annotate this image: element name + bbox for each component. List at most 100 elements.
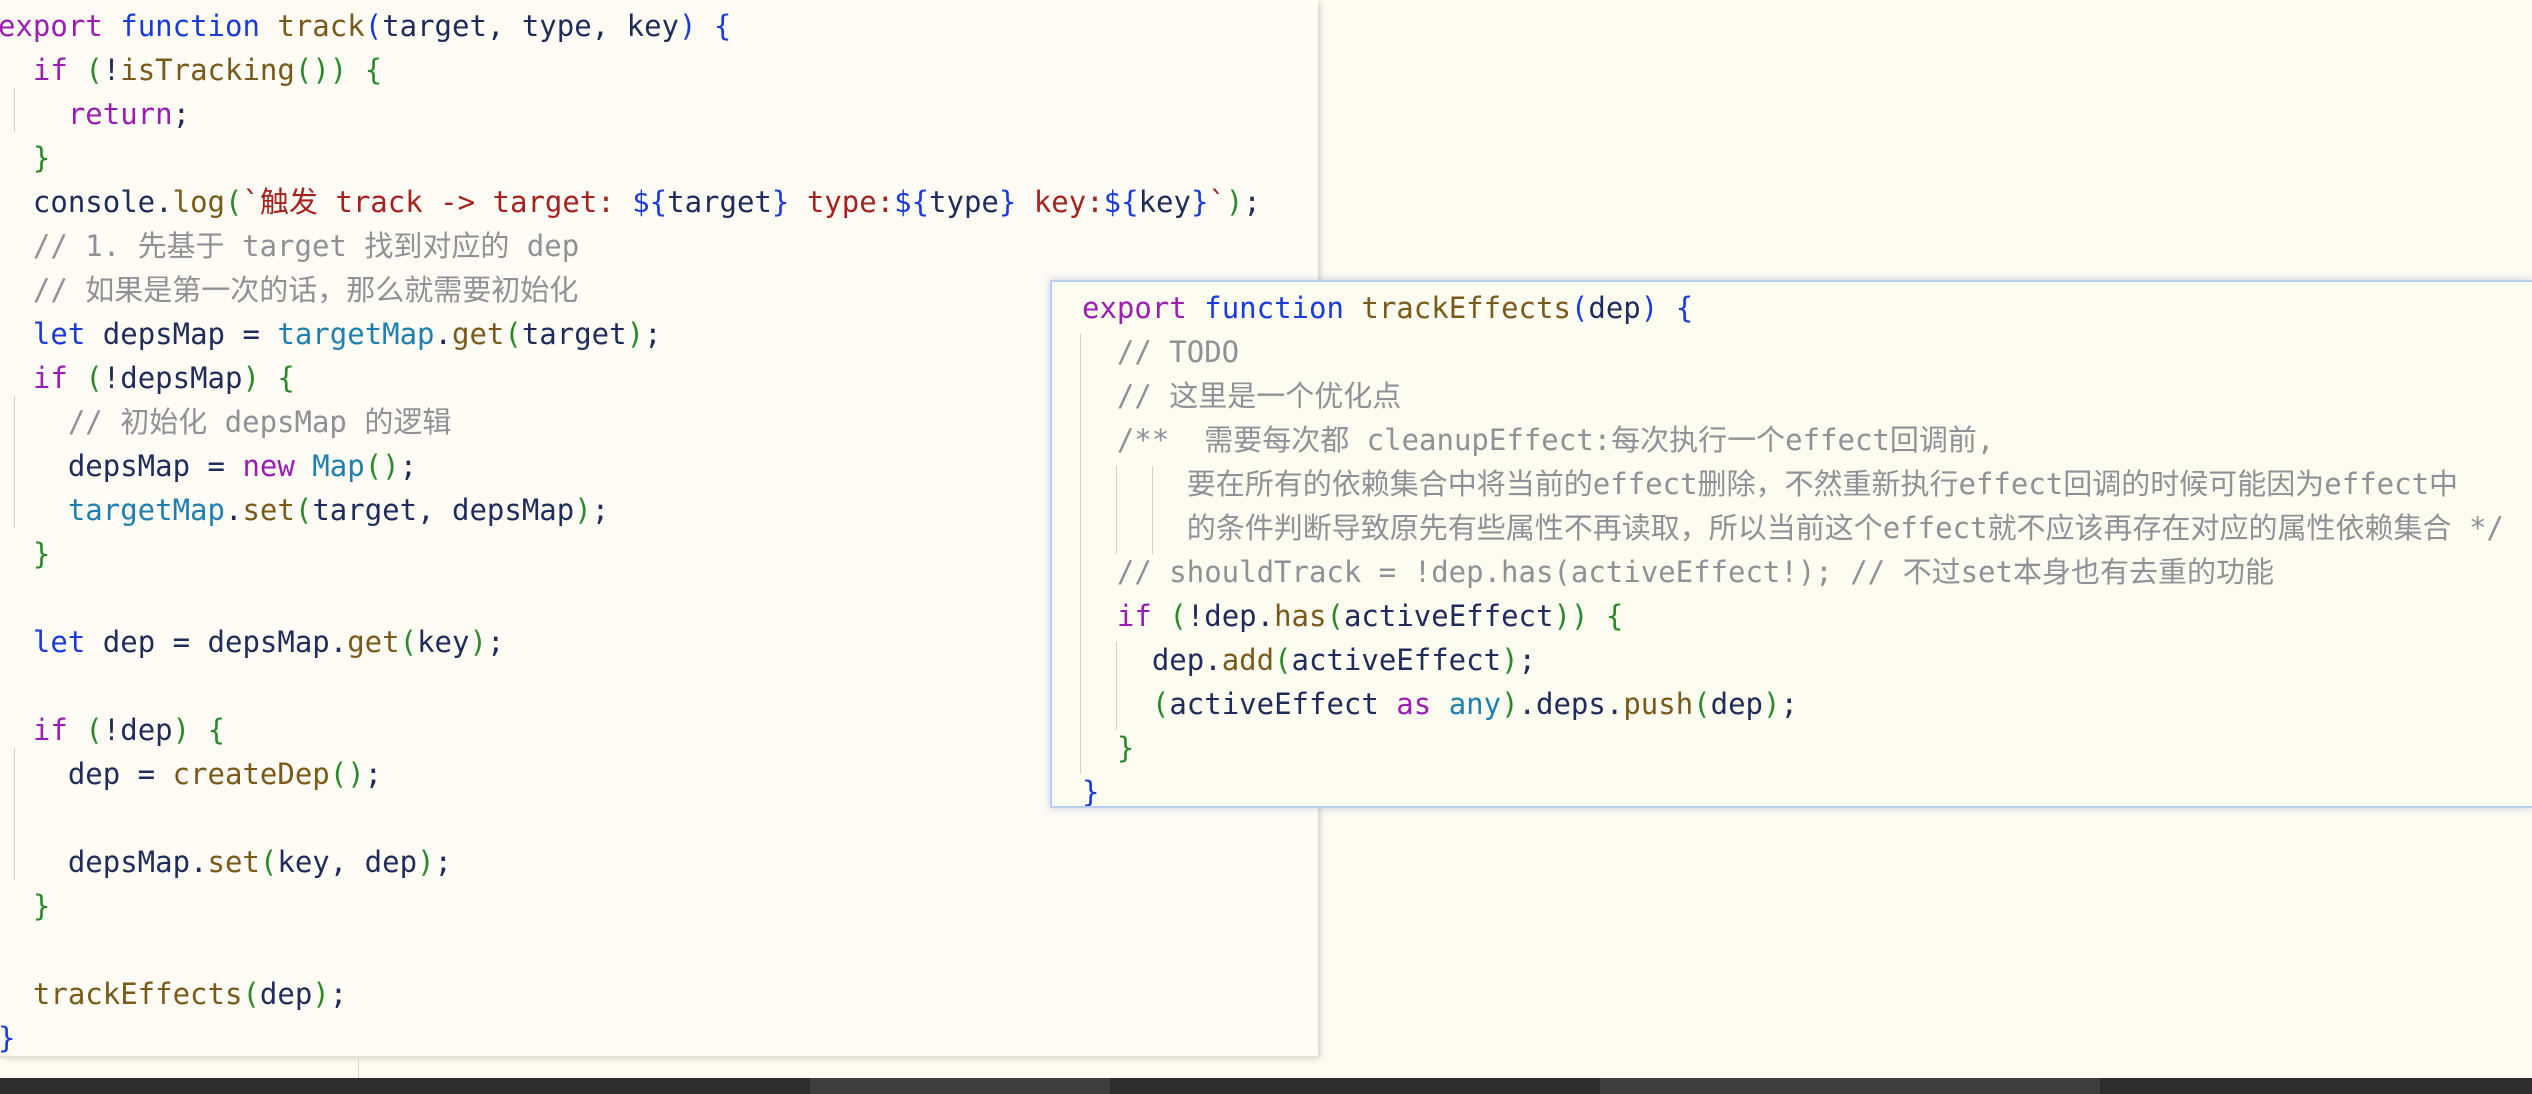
editor-code-line: dep = createDep(); (0, 752, 382, 796)
popup-code-line: 的条件判断导致原先有些属性不再读取，所以当前这个effect就不应该再存在对应的… (1082, 506, 2504, 550)
code-token: // TODO (1082, 335, 1240, 369)
code-token: /** 需要每次都 cleanupEffect:每次执行一个effect回调前, (1082, 423, 1995, 457)
code-token: ${ (894, 185, 930, 219)
code-token: } (998, 185, 1017, 219)
code-token: dep (1588, 291, 1641, 325)
code-token: ) (329, 53, 348, 87)
code-token: ; (1780, 687, 1798, 721)
editor-code-line: export function track(target, type, key)… (0, 4, 731, 48)
code-token: dep = depsMap. (85, 625, 348, 659)
code-token: depsMap = (0, 449, 243, 483)
popup-code-line: (activeEffect as any).deps.push(dep); (1082, 682, 1798, 726)
popup-code-line: // shouldTrack = !dep.has(activeEffect!)… (1082, 550, 2274, 594)
code-token: ( (399, 625, 418, 659)
code-token: { (277, 361, 295, 395)
status-segment (1600, 1078, 2100, 1094)
code-token: log (172, 185, 225, 219)
code-token: () (364, 449, 400, 483)
code-token: ( (1151, 687, 1170, 721)
code-token: ( (85, 361, 103, 395)
code-token: new (242, 449, 295, 483)
code-token: // 初始化 depsMap 的逻辑 (0, 405, 452, 439)
code-token: function (120, 9, 260, 43)
editor-code-line: // 初始化 depsMap 的逻辑 (0, 400, 452, 444)
editor-code-line: // 1. 先基于 target 找到对应的 dep (0, 224, 579, 268)
code-token: { (1675, 291, 1694, 325)
status-segment (810, 1078, 1110, 1094)
code-token: ; (644, 317, 662, 351)
code-token: ( (225, 185, 243, 219)
code-token: // shouldTrack = !dep.has(activeEffect!)… (1082, 555, 2274, 589)
popup-code-line: } (1082, 726, 1134, 770)
code-token: set (207, 845, 260, 879)
code-token: . (224, 493, 243, 527)
editor-code-line: } (0, 1016, 15, 1056)
popup-code-line: if (!dep.has(activeEffect)) { (1082, 594, 1623, 638)
code-token: ; (486, 625, 505, 659)
indent-guide (1080, 334, 1081, 774)
code-token: track (277, 9, 365, 43)
popup-code-line: dep.add(activeEffect); (1082, 638, 1536, 682)
popup-code-line: /** 需要每次都 cleanupEffect:每次执行一个effect回调前, (1082, 418, 1994, 462)
editor-panel-divider (358, 1058, 359, 1078)
code-token: ( (504, 317, 522, 351)
editor-code-line: } (0, 884, 50, 928)
code-token: target (667, 185, 772, 219)
editor-code-line: // 如果是第一次的话，那么就需要初始化 (0, 268, 578, 312)
code-token: ) (574, 493, 592, 527)
code-token: ( (85, 53, 103, 87)
code-token: let (32, 625, 86, 659)
code-token: export (1082, 291, 1187, 325)
code-token: dep (1710, 687, 1764, 721)
code-token: trackEffects (32, 977, 243, 1011)
code-token: ; (1243, 185, 1261, 219)
code-token: { (713, 9, 732, 43)
code-token: // 1. 先基于 target 找到对应的 dep (0, 229, 580, 263)
code-token: ) (1570, 599, 1589, 633)
code-token: { (207, 713, 226, 747)
code-token: // 如果是第一次的话，那么就需要初始化 (0, 273, 579, 307)
code-token: activeEffect (1169, 687, 1397, 721)
code-token: any (1448, 687, 1502, 721)
code-token: } (32, 889, 51, 923)
code-token: get (347, 625, 400, 659)
code-token: { (1605, 599, 1624, 633)
code-token: !depsMap (102, 361, 243, 395)
code-token: if (32, 53, 68, 87)
code-token: type (929, 185, 999, 219)
code-token: depsMap = (85, 317, 278, 351)
code-token: export (0, 9, 103, 43)
code-token: target (521, 317, 627, 351)
code-token: if (32, 713, 68, 747)
editor-code-line: console.log(`触发 track -> target: ${targe… (0, 180, 1261, 224)
code-token: ) (242, 361, 260, 395)
code-token: `触发 track -> target: (242, 185, 633, 219)
code-token: ( (242, 977, 260, 1011)
code-token: { (364, 53, 383, 87)
code-token: ${ (1103, 185, 1139, 219)
code-token: ( (1169, 599, 1187, 633)
popup-code-line: 要在所有的依赖集合中将当前的effect删除，不然重新执行effect回调的时候… (1082, 462, 2458, 506)
code-token: ( (1326, 599, 1344, 633)
peek-definition-popup[interactable]: export function trackEffects(dep) { // T… (1050, 280, 2532, 808)
code-token: ; (434, 845, 452, 879)
code-token: trackEffects (1361, 291, 1571, 325)
code-token: () (294, 53, 330, 87)
code-token: } (1190, 185, 1209, 219)
code-token: if (1116, 599, 1152, 633)
code-token: ) (626, 317, 645, 351)
popup-code-line: export function trackEffects(dep) { (1082, 286, 1693, 330)
